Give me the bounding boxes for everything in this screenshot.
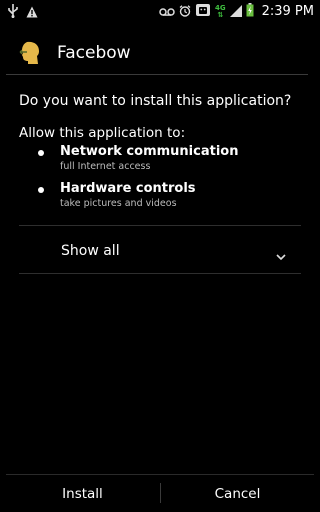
app-icon [18, 40, 44, 66]
app-name: Facebow [57, 43, 131, 63]
cancel-button[interactable]: Cancel [161, 475, 314, 512]
header-divider [6, 74, 308, 75]
usb-icon [8, 3, 18, 22]
voicemail-icon [159, 2, 175, 21]
status-time: 2:39 PM [261, 4, 314, 19]
warning-icon [26, 3, 38, 22]
android-icon [195, 2, 211, 21]
status-bar: 4G ⇅ 2:39 PM [0, 0, 320, 22]
permission-subtitle: full Internet access [60, 161, 151, 172]
status-bar-right: 4G ⇅ 2:39 PM [159, 2, 314, 21]
install-question: Do you want to install this application? [19, 93, 292, 109]
dialog-header: Facebow [0, 30, 320, 74]
network-4g-indicator: 4G ⇅ [215, 4, 226, 19]
battery-charging-icon [246, 2, 254, 21]
bullet-icon [38, 150, 44, 156]
permission-subtitle: take pictures and videos [60, 198, 177, 209]
show-all-bottom-divider [19, 273, 301, 274]
show-all-row[interactable]: Show all [19, 226, 301, 273]
permission-title: Network communication [60, 144, 239, 159]
chevron-down-icon [275, 246, 287, 261]
data-arrows-icon: ⇅ [217, 10, 224, 19]
permissions-heading: Allow this application to: [19, 125, 186, 141]
show-all-label: Show all [61, 243, 120, 259]
signal-icon [229, 2, 242, 21]
alarm-icon [179, 2, 191, 21]
install-button[interactable]: Install [6, 475, 159, 512]
status-bar-left [8, 3, 38, 22]
permission-title: Hardware controls [60, 181, 196, 196]
bullet-icon [38, 187, 44, 193]
